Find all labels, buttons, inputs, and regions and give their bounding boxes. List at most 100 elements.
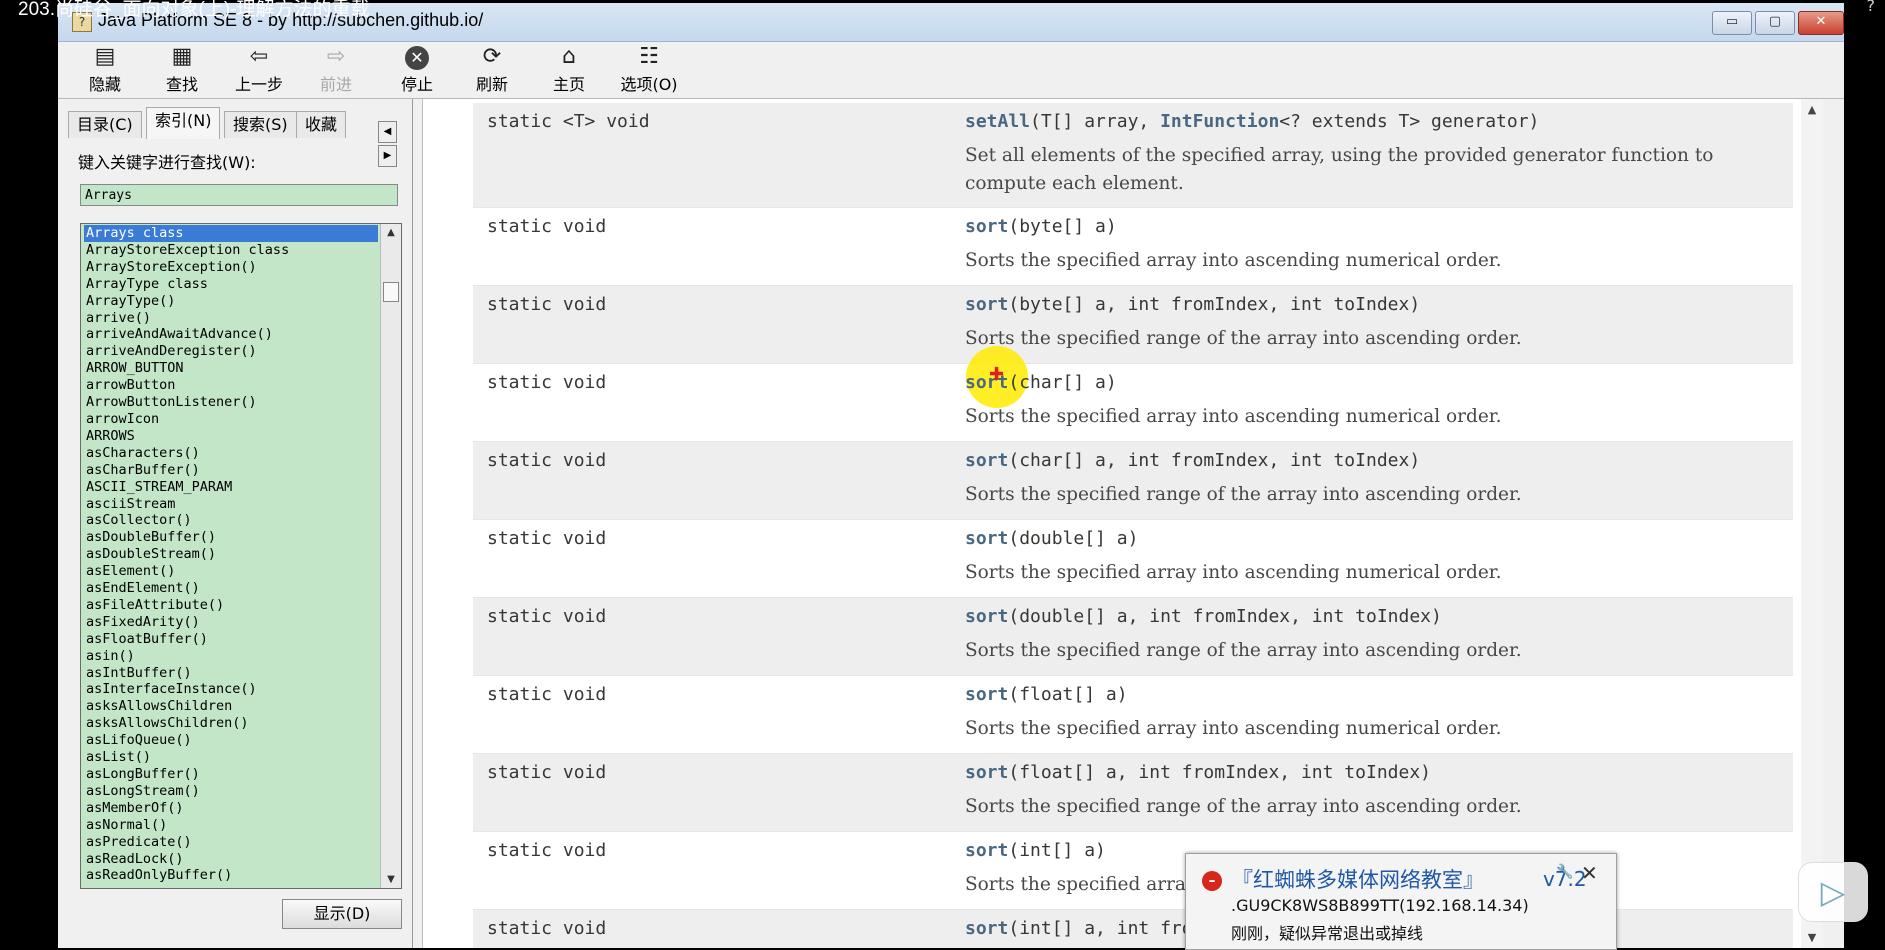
toolbar-find-button[interactable]: ▦ 查找 — [147, 44, 217, 95]
tab-favorites[interactable]: 收藏 — [296, 111, 346, 138]
method-description: Sorts the specified array into ascending… — [965, 250, 1502, 271]
hide-icon: ▤ — [94, 44, 116, 69]
method-link[interactable]: sort — [965, 450, 1008, 471]
list-item[interactable]: asin() — [84, 648, 378, 665]
scroll-up-icon[interactable]: ▲ — [381, 227, 401, 238]
toolbar-hide-button[interactable]: ▤ 隐藏 — [70, 44, 140, 95]
content-scrollbar[interactable]: ▲ ▼ — [1801, 99, 1823, 948]
list-item[interactable]: arrowIcon — [84, 411, 378, 428]
list-item[interactable]: ARROW_BUTTON — [84, 360, 378, 377]
list-item[interactable]: asciiStream — [84, 496, 378, 513]
method-modifier: static void — [487, 528, 607, 549]
method-modifier: static void — [487, 216, 607, 237]
tab-scroll-left-icon[interactable]: ◀ — [378, 121, 397, 143]
list-item[interactable]: asMemberOf() — [84, 800, 378, 817]
method-modifier: static void — [487, 294, 607, 315]
list-item[interactable]: asDoubleStream() — [84, 546, 378, 563]
toolbar-refresh-button[interactable]: ⟳ 刷新 — [457, 44, 527, 95]
list-item[interactable]: asIntBuffer() — [84, 665, 378, 682]
list-item[interactable]: ARROWS — [84, 428, 378, 445]
pin-icon[interactable]: 🔧 — [1556, 864, 1573, 880]
list-item[interactable]: ArrowButtonListener() — [84, 394, 378, 411]
method-link[interactable]: sort — [965, 606, 1008, 627]
table-row: static void sort(float[] a) Sorts the spec… — [473, 676, 1793, 754]
method-signature: sort(double[] a, int fromIndex, int toIn… — [965, 606, 1442, 627]
list-item[interactable]: asReadLock() — [84, 851, 378, 868]
method-link[interactable]: sort — [965, 840, 1008, 861]
minimize-button[interactable]: ▭ — [1712, 11, 1752, 35]
list-item[interactable]: asCharBuffer() — [84, 462, 378, 479]
list-item[interactable]: asksAllowsChildren() — [84, 715, 378, 732]
toolbar-home-button[interactable]: ⌂ 主页 — [534, 44, 604, 95]
table-row: static void sort(char[] a, int fromIndex,… — [473, 442, 1793, 520]
navigation-pane: 目录(C) 索引(N) 搜索(S) 收藏 ◀▶ 键入关键字进行查找(W): Ar… — [58, 99, 413, 948]
scroll-down-icon[interactable]: ▼ — [381, 874, 401, 885]
close-button[interactable]: ✕ — [1798, 11, 1844, 35]
table-row: static <T> void setAll(T[] array, IntFunc… — [473, 103, 1793, 208]
display-button[interactable]: 显示(D) — [282, 899, 402, 929]
method-link[interactable]: sort — [965, 216, 1008, 237]
tab-contents[interactable]: 目录(C) — [68, 111, 142, 138]
method-signature: sort(double[] a) — [965, 528, 1139, 549]
toolbar-stop-button[interactable]: ✕ 停止 — [382, 44, 452, 95]
list-item[interactable]: ArrayStoreException class — [84, 242, 378, 259]
popup-message: 刚刚，疑似异常退出或掉线 — [1231, 924, 1424, 943]
method-link[interactable]: setAll — [965, 111, 1030, 132]
method-link[interactable]: sort — [965, 528, 1008, 549]
method-link[interactable]: sort — [965, 918, 1008, 939]
play-button[interactable]: ▷ — [1798, 862, 1868, 922]
list-item[interactable]: asLongStream() — [84, 783, 378, 800]
tab-scroll-right-icon[interactable]: ▶ — [378, 145, 397, 167]
list-item[interactable]: asInterfaceInstance() — [84, 681, 378, 698]
find-icon: ▦ — [171, 44, 193, 69]
popup-close-button[interactable]: ✕ — [1581, 861, 1598, 885]
list-item[interactable]: asNormal() — [84, 817, 378, 834]
list-item[interactable]: asCollector() — [84, 512, 378, 529]
list-item[interactable]: arrive() — [84, 310, 378, 327]
tab-index[interactable]: 索引(N) — [146, 107, 221, 139]
list-item[interactable]: asElement() — [84, 563, 378, 580]
index-list[interactable]: Arrays class ArrayStoreException class Arr… — [80, 223, 402, 889]
maximize-button[interactable]: ▢ — [1755, 11, 1795, 35]
toolbar-back-button[interactable]: ⇦ 上一步 — [224, 44, 294, 95]
toolbar-options-button[interactable]: ☷ 选项(O) — [614, 44, 684, 95]
list-item[interactable]: asLongBuffer() — [84, 766, 378, 783]
list-item[interactable]: ASCII_STREAM_PARAM — [84, 479, 378, 496]
list-item[interactable]: arriveAndAwaitAdvance() — [84, 326, 378, 343]
method-signature: sort(float[] a) — [965, 684, 1128, 705]
content-scroll-up-icon[interactable]: ▲ — [1801, 103, 1823, 116]
list-item[interactable]: Arrays class — [84, 225, 378, 242]
list-item[interactable]: asFixedArity() — [84, 614, 378, 631]
list-item[interactable]: ArrayType() — [84, 293, 378, 310]
method-link[interactable]: sort — [965, 762, 1008, 783]
toolbar-label: 刷新 — [475, 75, 508, 94]
list-item[interactable]: asLifoQueue() — [84, 732, 378, 749]
list-item[interactable]: asPredicate() — [84, 834, 378, 851]
method-link[interactable]: sort — [965, 294, 1008, 315]
keyword-input[interactable]: Arrays — [80, 184, 398, 206]
list-item[interactable]: arriveAndDeregister() — [84, 343, 378, 360]
list-item[interactable]: arrowButton — [84, 377, 378, 394]
list-item[interactable]: asList() — [84, 749, 378, 766]
type-link[interactable]: IntFunction — [1160, 111, 1279, 132]
tab-search[interactable]: 搜索(S) — [224, 111, 297, 138]
index-list-scrollbar[interactable]: ▲ ▼ — [380, 224, 401, 888]
scroll-thumb[interactable] — [383, 282, 399, 302]
list-item[interactable]: asCharacters() — [84, 445, 378, 462]
list-item[interactable]: ArrayType class — [84, 276, 378, 293]
options-icon: ☷ — [639, 44, 659, 69]
table-row: static void sort(char[] a) Sorts the speci… — [473, 364, 1793, 442]
list-item[interactable]: asFloatBuffer() — [84, 631, 378, 648]
method-link[interactable]: sort — [965, 684, 1008, 705]
list-item[interactable]: asEndElement() — [84, 580, 378, 597]
list-item[interactable]: asksAllowsChildren — [84, 698, 378, 715]
content-scroll-down-icon[interactable]: ▼ — [1801, 931, 1823, 944]
list-item[interactable]: asDoubleBuffer() — [84, 529, 378, 546]
list-item[interactable]: asReadOnlyBuffer() — [84, 867, 378, 884]
list-item[interactable]: asFileAttribute() — [84, 597, 378, 614]
list-item[interactable]: ArrayStoreException() — [84, 259, 378, 276]
method-description: Sorts the specified range of the array i… — [965, 484, 1522, 505]
toolbar-forward-button[interactable]: ⇨ 前进 — [301, 44, 371, 95]
toolbar-label: 主页 — [552, 75, 585, 94]
notification-popup: – 『红蜘蛛多媒体网络教室』 v7.2 🔧 ✕ .GU9CK8WS8B899TT… — [1185, 853, 1617, 950]
